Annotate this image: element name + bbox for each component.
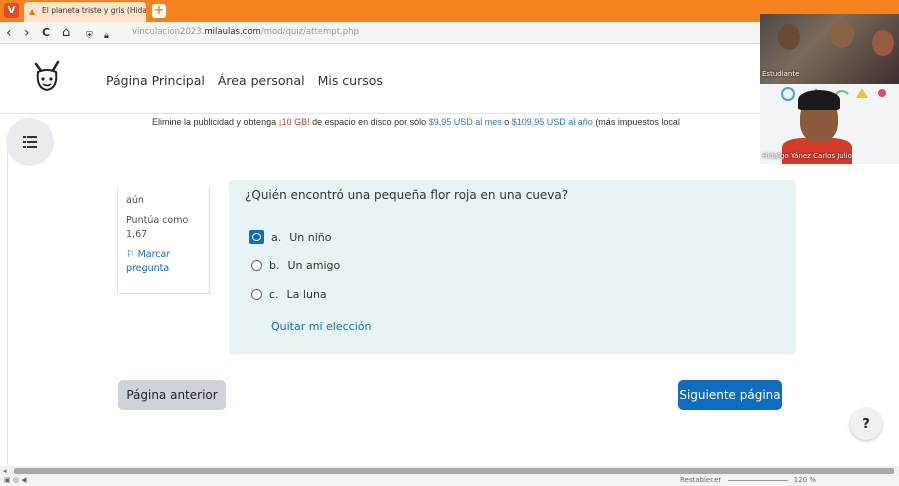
zoom-reset-label[interactable]: Restablecer xyxy=(680,476,721,484)
question-panel: ¿Quién encontró una pequeña flor roja en… xyxy=(229,180,796,354)
drawer-toggle-button[interactable] xyxy=(6,118,54,166)
radio-icon[interactable] xyxy=(251,289,262,300)
ad-price-year-link[interactable]: $109,95 USD al año xyxy=(512,117,593,127)
ad-text-prefix: Elimine la publicidad y obtenga xyxy=(152,117,279,127)
address-bar[interactable]: vinculacion2023.milaulas.com/mod/quiz/at… xyxy=(132,27,359,37)
option-letter: a. xyxy=(271,230,282,244)
participant-name: Hidalgo Yánez Carlos Julio xyxy=(762,152,852,160)
ad-text-middle: de espacio en disco por sólo xyxy=(309,117,429,127)
zoom-slider[interactable] xyxy=(727,479,788,481)
home-button[interactable]: ⌂ xyxy=(62,24,70,42)
scroll-left-icon[interactable]: ◂ xyxy=(3,467,7,475)
video-tile-student: Estudiante xyxy=(760,14,899,84)
radio-icon[interactable] xyxy=(251,260,262,271)
option-letter: c. xyxy=(269,288,279,301)
zoom-control[interactable]: Restablecer 120 % xyxy=(680,476,816,484)
forward-button[interactable]: › xyxy=(24,24,30,42)
page-left-edge xyxy=(0,144,8,466)
score-label: Puntúa como xyxy=(126,215,189,226)
status-icons: ▣ ◎ ◀ xyxy=(4,476,27,484)
answer-option-c[interactable]: c. La luna xyxy=(249,288,327,301)
answer-option-b[interactable]: b. Un amigo xyxy=(249,259,340,272)
scrollbar-thumb[interactable] xyxy=(14,468,894,474)
option-text: La luna xyxy=(286,288,327,301)
url-prefix: vinculacion2023. xyxy=(132,27,205,37)
nav-item-my-courses[interactable]: Mis cursos xyxy=(318,73,383,88)
option-text: Un amigo xyxy=(287,259,341,272)
question-status: aún xyxy=(126,195,144,206)
lock-icon: 🔒︎ xyxy=(104,31,109,41)
participant-face xyxy=(830,20,854,48)
browser-tab[interactable]: ▲ El planeta triste y gris (Hidalgo xyxy=(24,2,146,22)
tab-title: El planeta triste y gris (Hidalgo xyxy=(42,6,146,15)
list-icon xyxy=(23,136,37,148)
clear-choice-link[interactable]: Quitar mi elección xyxy=(271,320,371,333)
site-logo-icon[interactable] xyxy=(30,58,64,94)
participant-face xyxy=(872,30,894,56)
reload-button[interactable]: C xyxy=(42,24,50,42)
nav-item-home[interactable]: Página Principal xyxy=(106,73,205,88)
browser-logo-icon[interactable]: V xyxy=(4,3,19,18)
participant-name: Estudiante xyxy=(762,70,800,78)
question-text: ¿Quién encontró una pequeña flor roja en… xyxy=(245,188,569,202)
option-letter: b. xyxy=(269,259,280,272)
next-page-button[interactable]: Siguiente página xyxy=(678,380,782,410)
ad-text-or: o xyxy=(501,117,512,127)
zoom-value: 120 % xyxy=(793,476,816,484)
flag-icon: ⚐ xyxy=(126,249,135,260)
shield-icon: ⛨ xyxy=(86,31,93,41)
ad-text-suffix: (más impuestos local xyxy=(592,117,680,127)
moodle-favicon-icon: ▲ xyxy=(29,7,36,16)
previous-page-button[interactable]: Página anterior xyxy=(118,380,226,410)
nav-item-dashboard[interactable]: Área personal xyxy=(218,73,305,88)
question-info-box: aún Puntúa como 1,67 ⚐ Marcar pregunta xyxy=(117,188,210,294)
flag-label-2[interactable]: pregunta xyxy=(126,262,209,276)
back-button[interactable]: ‹ xyxy=(6,24,12,42)
participant-hair xyxy=(798,90,840,110)
ad-price-month-link[interactable]: $9,95 USD al mes xyxy=(429,117,502,127)
participant-face xyxy=(778,24,800,50)
option-text: Un niño xyxy=(289,230,332,244)
horizontal-scrollbar[interactable]: ◂ xyxy=(0,466,899,476)
url-path: /mod/quiz/attempt.php xyxy=(260,27,359,37)
radio-selected-icon[interactable] xyxy=(249,230,264,244)
new-tab-button[interactable]: + xyxy=(152,4,166,18)
url-domain: milaulas.com xyxy=(204,27,261,37)
flag-question-link[interactable]: ⚐ Marcar xyxy=(126,248,209,262)
answer-option-a[interactable]: a. Un niño xyxy=(249,230,332,244)
score-value: 1,67 xyxy=(126,229,148,240)
video-tile-teacher: Hidalgo Yánez Carlos Julio xyxy=(760,84,899,164)
browser-status-bar: ▣ ◎ ◀ Restablecer 120 % xyxy=(0,476,899,486)
main-navigation: Página Principal Área personal Mis curso… xyxy=(106,73,392,88)
flag-label-1: Marcar xyxy=(137,249,171,260)
ad-highlight: ¡10 GB! xyxy=(278,117,310,127)
help-button[interactable]: ? xyxy=(850,408,882,440)
